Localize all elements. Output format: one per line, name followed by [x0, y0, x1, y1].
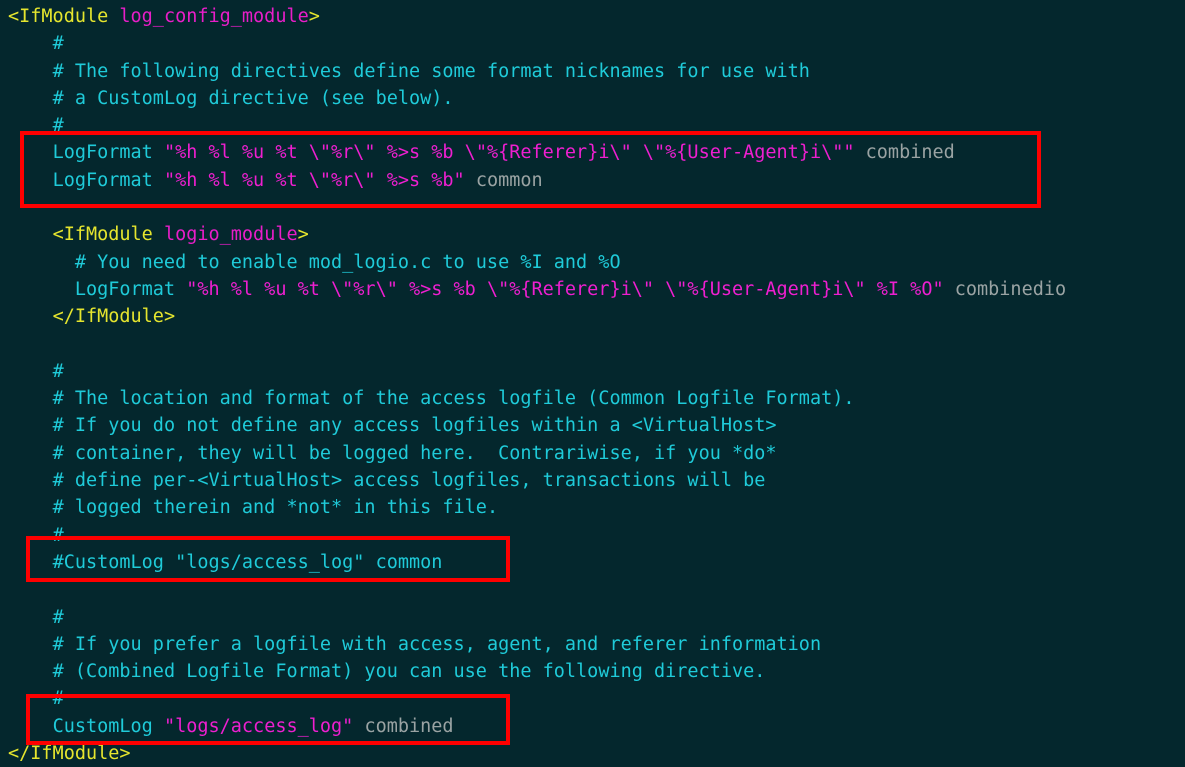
- code-token-comment: # (Combined Logfile Format) you can use …: [52, 661, 766, 683]
- code-token-string: "%h %l %u %t \"%r\" %>s %b \"%{Referer}i…: [163, 142, 855, 164]
- code-line[interactable]: [0, 331, 1185, 358]
- code-token-comment: # define per-<VirtualHost> access logfil…: [52, 470, 766, 492]
- code-line[interactable]: </IfModule>: [0, 740, 1185, 767]
- code-token-comment: # If you do not define any access logfil…: [52, 415, 777, 437]
- code-line[interactable]: #: [0, 604, 1185, 631]
- code-token-comment: #CustomLog "logs/access_log" common: [52, 551, 443, 573]
- code-line[interactable]: #: [0, 112, 1185, 139]
- code-token-string: "logs/access_log": [163, 715, 354, 737]
- code-token-tag: </IfModule>: [8, 743, 131, 765]
- code-token-comment: #: [52, 606, 64, 628]
- code-line[interactable]: CustomLog "logs/access_log" combined: [0, 713, 1185, 740]
- code-line[interactable]: <IfModule log_config_module>: [0, 3, 1185, 30]
- code-editor-viewport[interactable]: <IfModule log_config_module> # # The fol…: [0, 0, 1185, 764]
- code-token-comment: # If you prefer a logfile with access, a…: [52, 633, 822, 655]
- code-line[interactable]: # If you prefer a logfile with access, a…: [0, 631, 1185, 658]
- code-token-directive: CustomLog: [52, 715, 164, 737]
- code-token-comment: # The following directives define some f…: [52, 60, 810, 82]
- code-line[interactable]: <IfModule logio_module>: [0, 221, 1185, 248]
- code-token-directive: LogFormat: [52, 142, 164, 164]
- code-token-string: "%h %l %u %t \"%r\" %>s %b \"%{Referer}i…: [186, 278, 944, 300]
- code-line[interactable]: #: [0, 685, 1185, 712]
- code-line[interactable]: # You need to enable mod_logio.c to use …: [0, 249, 1185, 276]
- code-token-comment: # a CustomLog directive (see below).: [52, 87, 454, 109]
- code-line[interactable]: # The following directives define some f…: [0, 58, 1185, 85]
- code-token-module: logio_module: [163, 224, 298, 246]
- code-token-argument: combinedio: [943, 278, 1067, 300]
- code-line[interactable]: # The location and format of the access …: [0, 385, 1185, 412]
- code-token-tag: <IfModule: [52, 224, 164, 246]
- code-line[interactable]: </IfModule>: [0, 303, 1185, 330]
- code-token-argument: combined: [854, 142, 955, 164]
- code-token-tag: </IfModule>: [52, 306, 176, 328]
- code-line[interactable]: #CustomLog "logs/access_log" common: [0, 549, 1185, 576]
- code-line[interactable]: # logged therein and *not* in this file.: [0, 494, 1185, 521]
- code-line[interactable]: # (Combined Logfile Format) you can use …: [0, 658, 1185, 685]
- code-token-argument: combined: [353, 715, 454, 737]
- code-line[interactable]: # If you do not define any access logfil…: [0, 412, 1185, 439]
- code-token-comment: #: [52, 33, 64, 55]
- config-file-code[interactable]: <IfModule log_config_module> # # The fol…: [0, 0, 1185, 767]
- code-token-comment: #: [52, 115, 64, 137]
- code-token-argument: common: [464, 169, 543, 191]
- code-line[interactable]: LogFormat "%h %l %u %t \"%r\" %>s %b" co…: [0, 167, 1185, 194]
- code-line[interactable]: # define per-<VirtualHost> access logfil…: [0, 467, 1185, 494]
- code-line[interactable]: #: [0, 522, 1185, 549]
- code-token-comment: #: [52, 524, 64, 546]
- code-token-comment: # The location and format of the access …: [52, 388, 855, 410]
- code-token-tag: >: [297, 224, 309, 246]
- code-token-directive: LogFormat: [52, 169, 164, 191]
- code-token-comment: #: [52, 360, 64, 382]
- code-line[interactable]: #: [0, 30, 1185, 57]
- code-token-tag: >: [308, 6, 320, 27]
- code-token-module: log_config_module: [119, 6, 309, 27]
- code-line[interactable]: # a CustomLog directive (see below).: [0, 85, 1185, 112]
- code-line[interactable]: LogFormat "%h %l %u %t \"%r\" %>s %b \"%…: [0, 139, 1185, 166]
- code-token-comment: # logged therein and *not* in this file.: [52, 497, 499, 519]
- code-line[interactable]: # container, they will be logged here. C…: [0, 440, 1185, 467]
- code-line[interactable]: #: [0, 358, 1185, 385]
- code-token-directive: LogFormat: [74, 278, 187, 300]
- code-line[interactable]: [0, 576, 1185, 603]
- code-token-string: "%h %l %u %t \"%r\" %>s %b": [163, 169, 465, 191]
- code-line[interactable]: LogFormat "%h %l %u %t \"%r\" %>s %b \"%…: [0, 276, 1185, 303]
- code-token-comment: # container, they will be logged here. C…: [52, 442, 777, 464]
- code-token-comment: #: [52, 688, 64, 710]
- code-token-comment: # You need to enable mod_logio.c to use …: [74, 251, 621, 273]
- code-line[interactable]: [0, 194, 1185, 221]
- code-token-tag: <IfModule: [8, 6, 120, 27]
